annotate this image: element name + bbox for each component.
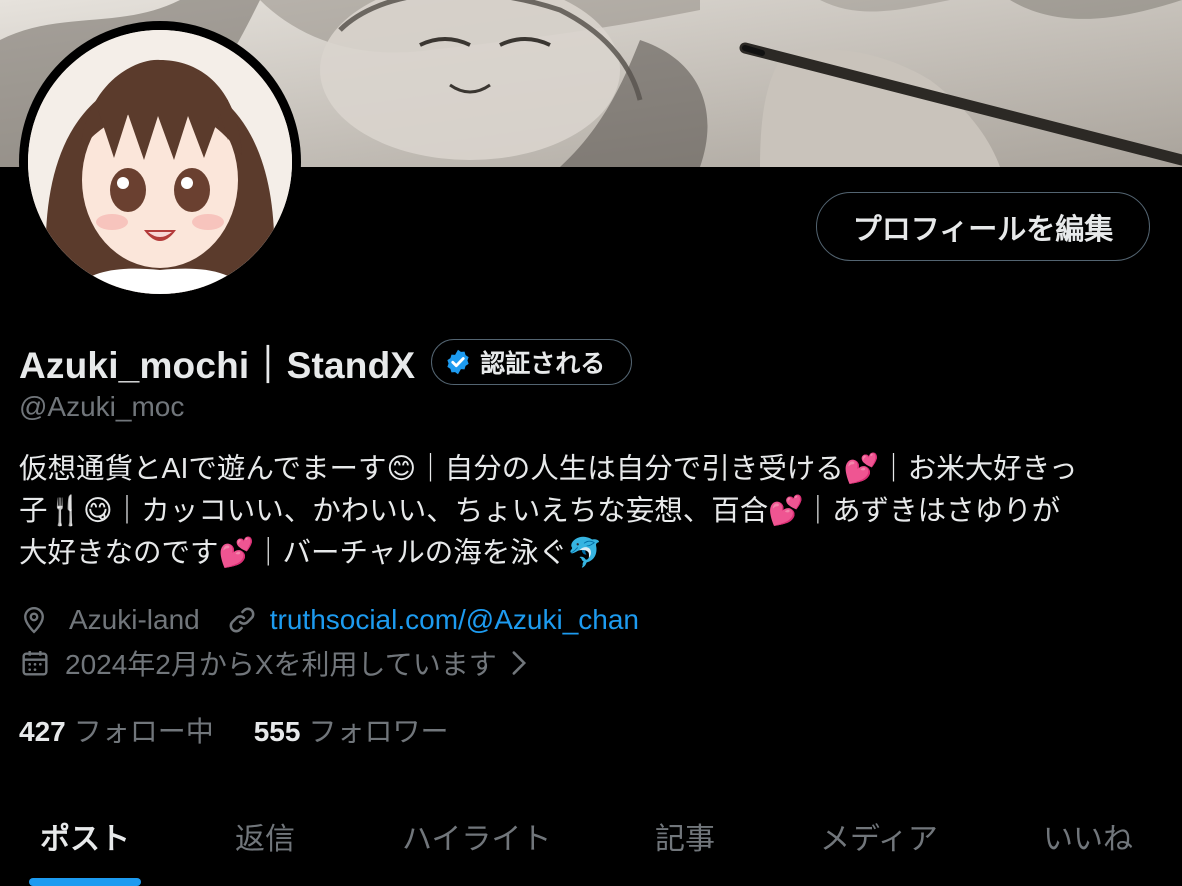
tab-highlights[interactable]: ハイライト — [402, 814, 551, 858]
calendar-icon — [19, 647, 51, 679]
followers-link[interactable]: 555 フォロワー — [254, 710, 449, 750]
location: Azuki-land — [69, 604, 200, 635]
profile-meta-row: Azuki-land truthsocial.com/@Azuki_chan — [19, 598, 639, 642]
followers-count: 555 — [253, 716, 301, 747]
active-tab-indicator — [29, 878, 141, 886]
profile-tabs: ポスト 返信 ハイライト 記事 メディア いいね — [0, 800, 1182, 886]
followers-label: フォロワー — [308, 716, 449, 747]
bio-line: 大好きなのです💕｜バーチャルの海を泳ぐ🐬 — [19, 537, 603, 569]
tab-media[interactable]: メディア — [820, 814, 938, 858]
bio-line: 仮想通貨とAIで遊んでまーす😊｜自分の人生は自分で引き受ける💕｜お米大好きっ — [19, 453, 1078, 485]
tab-articles[interactable]: 記事 — [655, 814, 715, 858]
name-row: Azuki_mochi｜StandX 認証される — [19, 337, 633, 387]
edit-profile-button[interactable]: プロフィールを編集 — [816, 192, 1150, 261]
following-count: 427 — [19, 716, 66, 747]
tab-posts[interactable]: ポスト — [40, 814, 130, 858]
verified-badge-icon — [444, 348, 480, 376]
location-pin-icon — [19, 605, 49, 635]
verified-label: 認証される — [480, 350, 606, 378]
chevron-right-icon — [509, 650, 529, 676]
tab-replies[interactable]: 返信 — [235, 814, 295, 858]
link-icon — [226, 604, 258, 636]
tab-likes[interactable]: いいね — [1043, 814, 1133, 858]
get-verified-button[interactable]: 認証される — [431, 339, 633, 385]
website-link[interactable]: truthsocial.com/@Azuki_chan — [270, 604, 639, 636]
joined-row[interactable]: 2024年2月からXを利用しています — [19, 641, 529, 685]
following-link[interactable]: 427 フォロー中 — [19, 710, 214, 750]
avatar-illustration — [28, 30, 292, 294]
handle: @Azuki_moc — [19, 391, 185, 422]
display-name: Azuki_mochi｜StandX — [19, 345, 416, 386]
avatar[interactable] — [28, 30, 292, 294]
bio-line: 子🍴😋｜カッコいい、かわいい、ちょいえちな妄想、百合💕｜あずきはさゆりが — [19, 495, 1061, 527]
bio: 仮想通貨とAIで遊んでまーす😊｜自分の人生は自分で引き受ける💕｜お米大好きっ 子… — [19, 448, 1169, 574]
follow-stats: 427 フォロー中 555 フォロワー — [19, 708, 448, 752]
following-label: フォロー中 — [73, 716, 214, 747]
joined-date: 2024年2月からXを利用しています — [65, 649, 497, 680]
